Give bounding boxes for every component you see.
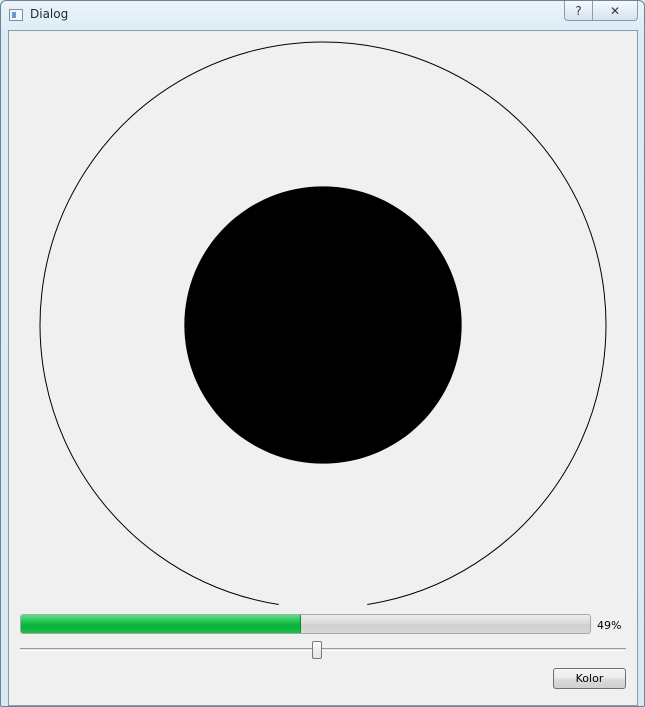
inner-disc: [184, 186, 462, 464]
slider-handle[interactable]: [311, 641, 322, 659]
drawing-canvas: [39, 41, 607, 606]
dialog-client-area: 49% Kolor: [8, 30, 638, 706]
question-icon: ?: [575, 3, 582, 18]
kolor-button[interactable]: Kolor: [553, 668, 626, 689]
progress-bar-fill: [21, 615, 301, 633]
close-button[interactable]: ✕: [593, 1, 637, 20]
kolor-button-label: Kolor: [575, 672, 604, 685]
caption-buttons: ? ✕: [564, 1, 638, 21]
progress-bar: [20, 614, 591, 634]
window-icon: [9, 9, 23, 21]
window-title: Dialog: [30, 7, 69, 21]
title-bar[interactable]: Dialog ? ✕: [1, 1, 644, 29]
dialog-window: Dialog ? ✕ 49% Kolor: [0, 0, 645, 707]
close-icon: ✕: [609, 3, 621, 18]
slider-groove[interactable]: [20, 648, 626, 651]
help-button[interactable]: ?: [565, 1, 593, 20]
progress-percent-label: 49%: [597, 619, 622, 632]
